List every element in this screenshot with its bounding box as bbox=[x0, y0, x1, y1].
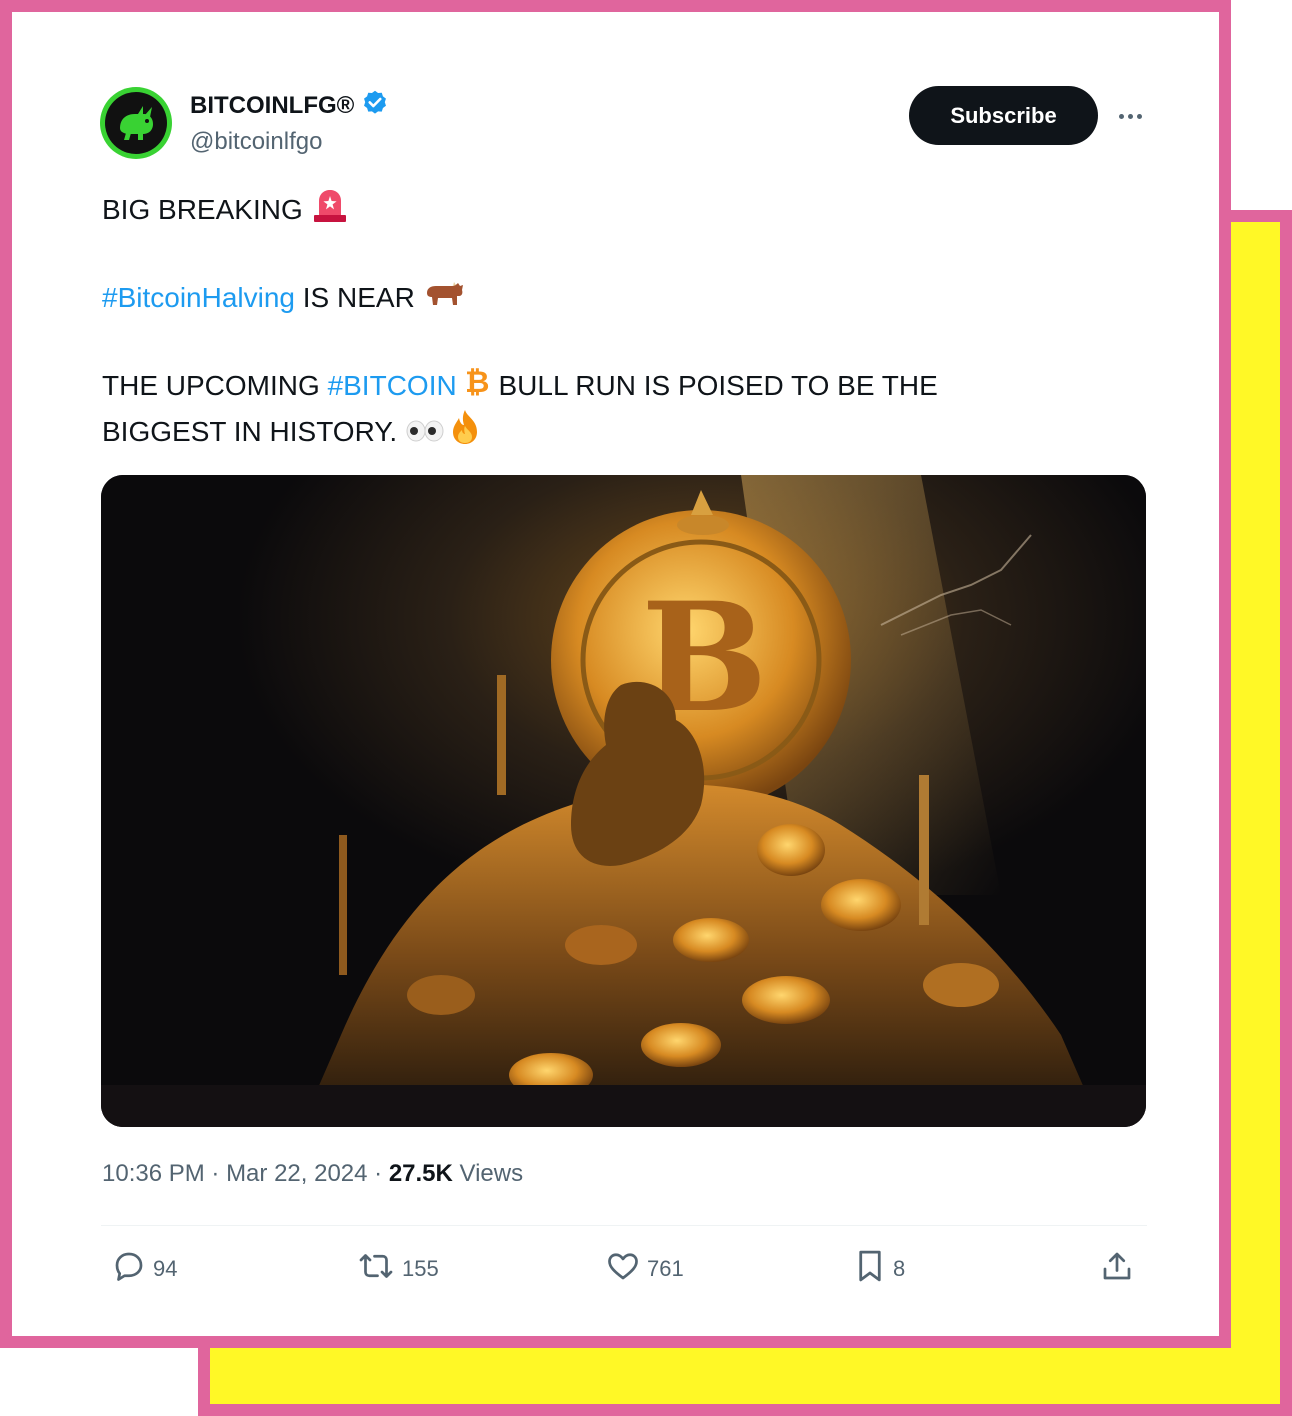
bookmark-count: 8 bbox=[893, 1256, 906, 1281]
tweet-text: BIGGEST IN HISTORY. bbox=[102, 415, 398, 447]
views-count: 27.5K bbox=[388, 1160, 453, 1187]
tweet-line-2: #BitcoinHalving IS NEAR bbox=[102, 276, 465, 322]
views-label: Views bbox=[452, 1160, 524, 1187]
tweet-text: IS NEAR bbox=[295, 282, 415, 313]
tweet-date[interactable]: Mar 22, 2024 bbox=[226, 1160, 367, 1187]
avatar-bull-logo-icon bbox=[105, 92, 167, 154]
bookmark-button[interactable]: 8 bbox=[853, 1249, 905, 1289]
hashtag-link[interactable]: #BITCOIN bbox=[328, 370, 457, 401]
tweet-line-1: BIG BREAKING bbox=[102, 187, 349, 236]
author-handle[interactable]: @bitcoinlfgo bbox=[190, 128, 322, 156]
share-icon bbox=[1099, 1248, 1135, 1290]
retweet-count: 155 bbox=[402, 1256, 439, 1281]
hashtag-link[interactable]: #BitcoinHalving bbox=[102, 282, 295, 313]
tweet-text: BULL RUN IS POISED TO BE THE bbox=[490, 370, 938, 401]
bitcoin-emoji-icon: ₿ bbox=[463, 364, 491, 411]
eyes-emoji-icon bbox=[405, 412, 445, 456]
tweet-line-4: BIGGEST IN HISTORY. bbox=[102, 408, 483, 459]
share-button[interactable] bbox=[1099, 1249, 1135, 1289]
bull-emoji-icon bbox=[423, 278, 465, 322]
tweet-time[interactable]: 10:36 PM bbox=[102, 1160, 205, 1187]
like-icon bbox=[605, 1248, 641, 1290]
tweet-meta: 10:36 PM · Mar 22, 2024 · 27.5K Views bbox=[102, 1160, 523, 1188]
reply-count: 94 bbox=[153, 1256, 178, 1281]
reply-icon bbox=[111, 1248, 147, 1290]
meta-separator: · bbox=[204, 1160, 227, 1187]
bookmark-icon bbox=[853, 1247, 887, 1291]
like-button[interactable]: 761 bbox=[605, 1249, 684, 1289]
retweet-button[interactable]: 155 bbox=[356, 1249, 439, 1289]
tweet-card: BITCOINLFG® @bitcoinlfgo Subscribe BIG B… bbox=[69, 67, 1178, 1307]
reply-button[interactable]: 94 bbox=[111, 1249, 177, 1289]
divider bbox=[101, 1225, 1147, 1226]
avatar[interactable] bbox=[100, 87, 172, 159]
fire-emoji-icon bbox=[447, 408, 483, 459]
meta-separator: · bbox=[367, 1160, 389, 1187]
bitcoin-throne-image: B bbox=[101, 475, 1146, 1127]
retweet-icon bbox=[356, 1248, 396, 1290]
author-name-row: BITCOINLFG® bbox=[190, 89, 389, 122]
tweet-text: BIG BREAKING bbox=[102, 193, 303, 225]
tweet-image[interactable]: B bbox=[101, 475, 1146, 1127]
tweet-line-3: THE UPCOMING #BITCOIN ₿ BULL RUN IS POIS… bbox=[102, 364, 938, 411]
svg-text:₿: ₿ bbox=[465, 365, 489, 398]
rotating-light-emoji-icon bbox=[311, 187, 349, 236]
verified-badge-icon bbox=[361, 89, 389, 122]
subscribe-button[interactable]: Subscribe bbox=[909, 86, 1098, 145]
more-horizontal-icon[interactable] bbox=[1112, 101, 1148, 131]
tweet-text: THE UPCOMING bbox=[102, 370, 328, 401]
like-count: 761 bbox=[647, 1256, 684, 1281]
display-name[interactable]: BITCOINLFG® bbox=[190, 92, 354, 120]
decorative-pink-frame: BITCOINLFG® @bitcoinlfgo Subscribe BIG B… bbox=[0, 0, 1231, 1348]
